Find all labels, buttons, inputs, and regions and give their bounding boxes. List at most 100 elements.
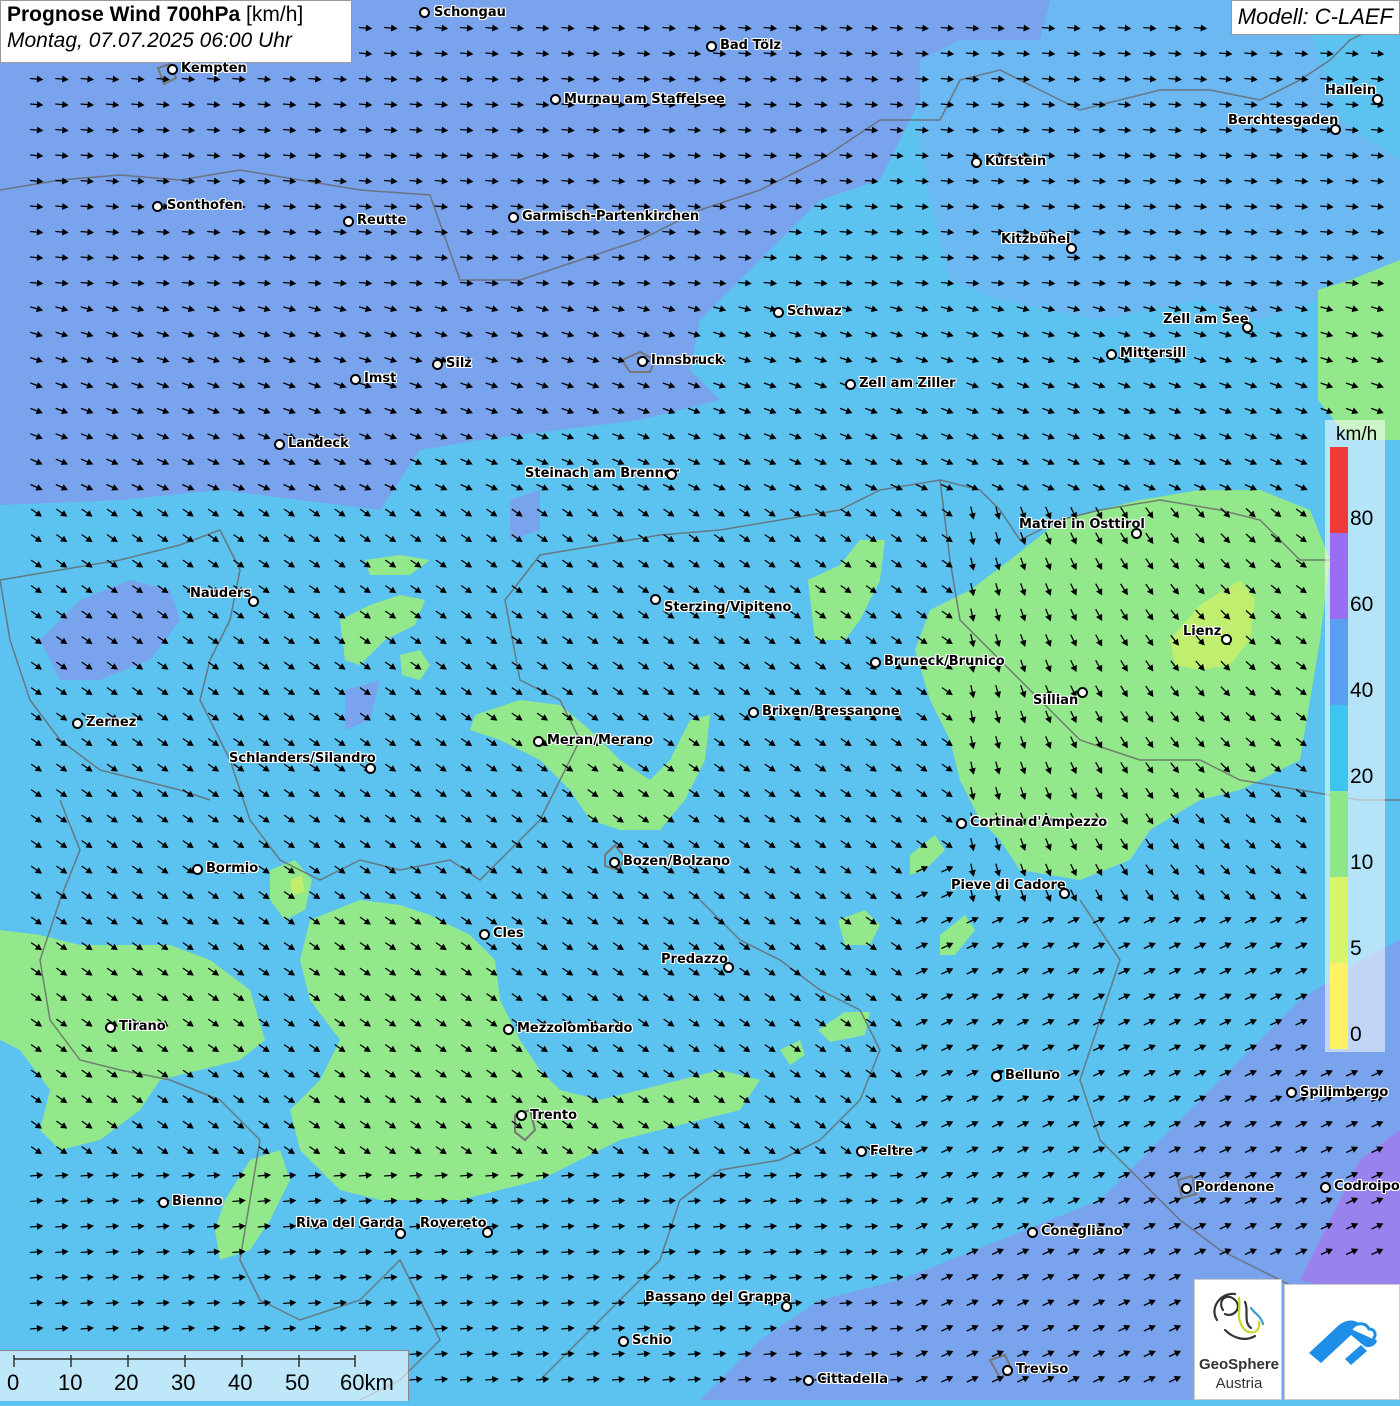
- city-marker-icon: [1059, 888, 1070, 899]
- city-marker-icon: [845, 379, 856, 390]
- city-label: Kempten: [181, 61, 247, 76]
- city-marker-icon: [343, 216, 354, 227]
- city-label: Pordenone: [1195, 1180, 1274, 1195]
- scale-label: 20: [114, 1370, 138, 1396]
- city-label: Treviso: [1016, 1362, 1068, 1377]
- city-label: Bruneck/Brunico: [884, 654, 1005, 669]
- city-label: Zell am See: [1163, 312, 1249, 327]
- city-marker-icon: [167, 64, 178, 75]
- city-label: Silz: [446, 356, 472, 371]
- legend-color-segment: [1330, 533, 1348, 619]
- city-label: Predazzo: [661, 952, 728, 967]
- city-label: Feltre: [870, 1144, 913, 1159]
- city-marker-icon: [971, 157, 982, 168]
- city-label: Spilimbergo: [1300, 1085, 1388, 1100]
- city-label: Mittersill: [1120, 346, 1186, 361]
- legend-color-segment: [1330, 877, 1348, 963]
- city-marker-icon: [609, 857, 620, 868]
- city-marker-icon: [550, 94, 561, 105]
- city-label: Schio: [632, 1333, 672, 1348]
- city-label: Sonthofen: [167, 198, 243, 213]
- city-marker-icon: [870, 657, 881, 668]
- model-label: Modell: C-LAEF: [1231, 0, 1400, 35]
- city-marker-icon: [666, 469, 677, 480]
- city-marker-icon: [1131, 528, 1142, 539]
- legend-label: 10: [1350, 851, 1373, 875]
- city-label: Zell am Ziller: [859, 376, 956, 391]
- city-label: Riva del Garda: [296, 1216, 403, 1231]
- scale-label: 50: [285, 1370, 309, 1396]
- legend-color-segment: [1330, 963, 1348, 1049]
- geosphere-name: GeoSphere: [1195, 1356, 1283, 1373]
- city-marker-icon: [516, 1110, 527, 1121]
- city-marker-icon: [479, 929, 490, 940]
- city-marker-icon: [637, 356, 648, 367]
- city-label: Conegliano: [1041, 1224, 1123, 1239]
- city-marker-icon: [1320, 1182, 1331, 1193]
- city-label: Sillian: [1033, 693, 1078, 708]
- city-marker-icon: [1242, 322, 1253, 333]
- legend-label: 60: [1350, 593, 1373, 617]
- scale-label: 60km: [340, 1370, 394, 1396]
- city-marker-icon: [723, 962, 734, 973]
- map-title-unit: [km/h]: [246, 3, 303, 26]
- city-label: Belluno: [1005, 1068, 1060, 1083]
- city-label: Brixen/Bressanone: [762, 704, 900, 719]
- title-box: Prognose Wind 700hPa [km/h] Montag, 07.0…: [0, 0, 352, 63]
- legend-label: 40: [1350, 679, 1373, 703]
- city-marker-icon: [650, 594, 661, 605]
- city-label: Cittadella: [817, 1372, 888, 1387]
- city-marker-icon: [152, 201, 163, 212]
- city-label: Lienz: [1183, 624, 1221, 639]
- city-marker-icon: [856, 1146, 867, 1157]
- city-marker-icon: [158, 1197, 169, 1208]
- city-marker-icon: [1106, 349, 1117, 360]
- city-label: Bad Tölz: [720, 38, 781, 53]
- city-marker-icon: [503, 1024, 514, 1035]
- city-label: Tirano: [119, 1019, 166, 1034]
- city-marker-icon: [533, 736, 544, 747]
- city-label: Imst: [364, 371, 396, 386]
- city-marker-icon: [781, 1301, 792, 1312]
- city-marker-icon: [482, 1227, 493, 1238]
- city-label: Sterzing/Vipiteno: [664, 600, 791, 615]
- city-marker-icon: [773, 307, 784, 318]
- city-label: Codroipo: [1334, 1179, 1400, 1194]
- city-label: Nauders: [190, 586, 251, 601]
- city-marker-icon: [1330, 124, 1341, 135]
- city-marker-icon: [1286, 1087, 1297, 1098]
- map-title-main: Prognose Wind 700hPa: [7, 3, 240, 26]
- city-label: Bienno: [172, 1194, 223, 1209]
- city-label: Rovereto: [420, 1216, 487, 1231]
- city-marker-icon: [432, 359, 443, 370]
- city-label: Schongau: [434, 5, 506, 20]
- city-marker-icon: [618, 1336, 629, 1347]
- city-marker-icon: [748, 707, 759, 718]
- city-label: Bozen/Bolzano: [623, 854, 730, 869]
- city-marker-icon: [192, 864, 203, 875]
- legend-unit: km/h: [1336, 424, 1377, 446]
- city-label: Hallein: [1325, 83, 1376, 98]
- geosphere-country: Austria: [1195, 1375, 1283, 1392]
- legend-color-segment: [1330, 447, 1348, 533]
- city-marker-icon: [274, 439, 285, 450]
- city-label: Bassano del Grappa: [645, 1290, 791, 1305]
- city-marker-icon: [105, 1022, 116, 1033]
- city-marker-icon: [508, 212, 519, 223]
- city-label: Murnau am Staffelsee: [564, 92, 725, 107]
- city-marker-icon: [991, 1071, 1002, 1082]
- city-label: Meran/Merano: [547, 733, 653, 748]
- scale-label: 30: [171, 1370, 195, 1396]
- city-label: Schlanders/Silandro: [229, 751, 376, 766]
- scale-label: 10: [58, 1370, 82, 1396]
- city-marker-icon: [419, 7, 430, 18]
- city-label: Reutte: [357, 213, 406, 228]
- legend-label: 0: [1350, 1023, 1362, 1047]
- geosphere-logo: GeoSphere Austria: [1194, 1279, 1282, 1400]
- city-marker-icon: [1181, 1183, 1192, 1194]
- city-marker-icon: [72, 718, 83, 729]
- city-label: Pieve di Cadore: [951, 878, 1066, 893]
- city-marker-icon: [1372, 94, 1383, 105]
- city-marker-icon: [1221, 634, 1232, 645]
- scale-label: 0: [7, 1370, 19, 1396]
